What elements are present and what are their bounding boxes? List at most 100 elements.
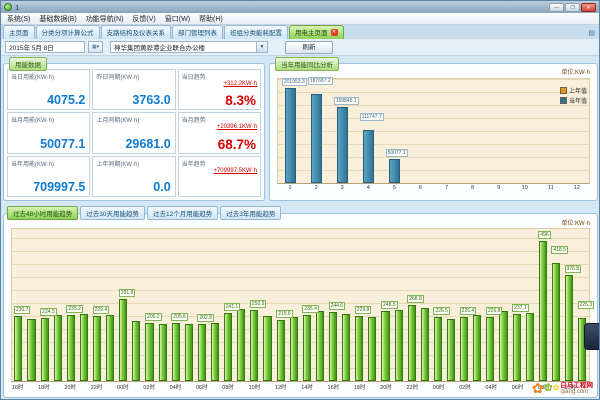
x-tick: 22时 — [406, 383, 419, 394]
maximize-button[interactable]: ❐ — [565, 3, 580, 12]
menu-item-basedata[interactable]: 基础数据(B) — [39, 14, 76, 24]
stat-card: 上月同期(KW·h) 29681.0 — [92, 112, 175, 153]
hourly-x-axis: 16时18时20时22时00时02时04时06时08时10时12时14时16时1… — [11, 383, 590, 394]
trend-tab-bar: 过去48小时用能趋势 过去30天用能趋势 过去12个月用能趋势 过去3年用能趋势 — [7, 206, 281, 220]
tab-item[interactable]: 分类分项计算公式 — [36, 25, 100, 39]
minimize-button[interactable]: — — [549, 3, 564, 12]
x-tick — [208, 383, 221, 394]
x-tick — [314, 383, 327, 394]
bar — [27, 319, 35, 381]
tab-item[interactable]: 班组分类能耗配置 — [224, 25, 288, 39]
legend-swatch-prev-year — [560, 87, 567, 94]
hourly-bar-chart: 230.7224.3235.2229.4291.8205.2205.6202.8… — [11, 228, 590, 382]
bar-slot — [104, 229, 117, 381]
bar — [395, 310, 403, 381]
bar — [565, 275, 573, 381]
bar-value-label: 226.8 — [486, 307, 503, 315]
close-button[interactable]: ✕ — [581, 3, 596, 12]
x-tick: 06时 — [195, 383, 208, 394]
stats-panel: 用能数据 当日用能(KW·h) 4075.2 昨日同期(KW·h) 3763.0… — [3, 63, 265, 201]
x-tick — [261, 383, 274, 394]
bar-value-label: 226.5 — [433, 307, 450, 315]
bar-value-label: 237.1 — [512, 304, 529, 312]
stat-card-trend: 当年趋势 +709997.5KW·h — [178, 156, 261, 197]
stat-card: 上年同期(KW·h) 0.0 — [92, 156, 175, 197]
menu-item-system[interactable]: 系统(S) — [7, 14, 30, 24]
x-tick: 10时 — [248, 383, 261, 394]
bar-value-label: 202.8 — [197, 314, 214, 322]
window-controls: — ❐ ✕ — [549, 3, 596, 12]
tab-item-active[interactable]: 用电主页面 ✕ — [289, 25, 344, 39]
watermark-line2: qiang.com — [561, 389, 594, 395]
legend-label: 当年值 — [569, 96, 587, 105]
trend-tab-30d[interactable]: 过去30天用能趋势 — [80, 206, 145, 220]
refresh-button[interactable]: 刷新 — [285, 41, 333, 54]
bar-slot: 187687.2 — [304, 79, 330, 183]
bar-value-label: 205.2 — [145, 313, 162, 321]
calendar-dropdown-icon[interactable]: ▦▾ — [88, 41, 103, 53]
x-tick — [77, 383, 90, 394]
bar-slot: 205.6 — [169, 229, 182, 381]
bar — [329, 312, 337, 381]
floating-widget[interactable] — [584, 323, 599, 350]
bar — [185, 324, 193, 381]
stat-card-value: 709997.5 — [33, 180, 85, 194]
bar — [145, 323, 153, 381]
bar — [41, 318, 49, 381]
tab-close-icon[interactable]: ✕ — [331, 29, 338, 36]
bar-slot — [485, 79, 511, 183]
stat-card-value: 29681.0 — [125, 137, 170, 151]
hourly-plot: 230.7224.3235.2229.4291.8205.2205.6202.8… — [11, 228, 590, 382]
chevron-down-icon[interactable]: ▼ — [256, 42, 267, 52]
x-tick: 7 — [433, 185, 459, 196]
stats-grid: 当日用能(KW·h) 4075.2 昨日同期(KW·h) 3763.0 当日趋势… — [7, 69, 261, 197]
bar-slot: 226.5 — [432, 229, 445, 381]
bar-value-label: 248.5 — [381, 301, 398, 309]
trend-percent: 8.3% — [225, 93, 256, 108]
tab-item[interactable]: 部门管理列表 — [172, 25, 223, 39]
legend-swatch-this-year — [560, 97, 567, 104]
bar — [539, 241, 547, 381]
bar — [337, 107, 348, 183]
bar — [499, 311, 507, 382]
bar-value-label: 226.4 — [460, 307, 477, 315]
menu-item-window[interactable]: 窗口(W) — [165, 14, 190, 24]
x-tick: 4 — [355, 185, 381, 196]
menu-item-nav[interactable]: 功能导航(N) — [86, 14, 124, 24]
bar — [389, 159, 400, 183]
bar — [285, 88, 296, 183]
bar — [311, 94, 322, 183]
trend-delta-link[interactable]: +709997.5KW·h — [213, 168, 257, 174]
bar — [67, 315, 75, 381]
bar — [198, 324, 206, 381]
trend-tab-3y[interactable]: 过去3年用能趋势 — [220, 206, 281, 220]
bar — [421, 308, 429, 381]
bar-slot: 50077.1 — [382, 79, 408, 183]
x-tick: 16时 — [327, 383, 340, 394]
tab-item[interactable]: 主页面 — [3, 25, 35, 39]
bar-slot — [209, 229, 222, 381]
x-tick — [287, 383, 300, 394]
menu-item-feedback[interactable]: 反馈(V) — [132, 14, 155, 24]
bar-slot: 226.4 — [458, 229, 471, 381]
bar-slot: 496 — [536, 229, 549, 381]
bar — [277, 320, 285, 381]
tab-label: 用电主页面 — [295, 27, 328, 37]
x-tick — [445, 383, 458, 394]
menu-item-help[interactable]: 帮助(H) — [199, 14, 223, 24]
bar-value-label: 496 — [538, 231, 550, 239]
date-input[interactable]: 2015年 5月 8日 — [5, 41, 85, 53]
trend-tab-12m[interactable]: 过去12个月用能趋势 — [147, 206, 218, 220]
bar — [237, 309, 245, 381]
trend-delta-link[interactable]: +20396.1KW·h — [217, 124, 257, 130]
building-select[interactable]: 神华集团黄骅港企业联合办公楼 ▼ — [110, 41, 268, 53]
tab-overflow-icon[interactable]: ▤ — [588, 29, 595, 37]
x-tick — [498, 383, 511, 394]
x-tick — [50, 383, 63, 394]
trend-tab-48h[interactable]: 过去48小时用能趋势 — [7, 206, 78, 220]
bar-value-label: 268.8 — [407, 295, 424, 303]
bar-slot: 226.8 — [484, 229, 497, 381]
bar-slot: 244.6 — [327, 229, 340, 381]
tab-item[interactable]: 支路结构及仪表关系 — [101, 25, 172, 39]
trend-delta-link[interactable]: +312.2KW·h — [223, 81, 257, 87]
